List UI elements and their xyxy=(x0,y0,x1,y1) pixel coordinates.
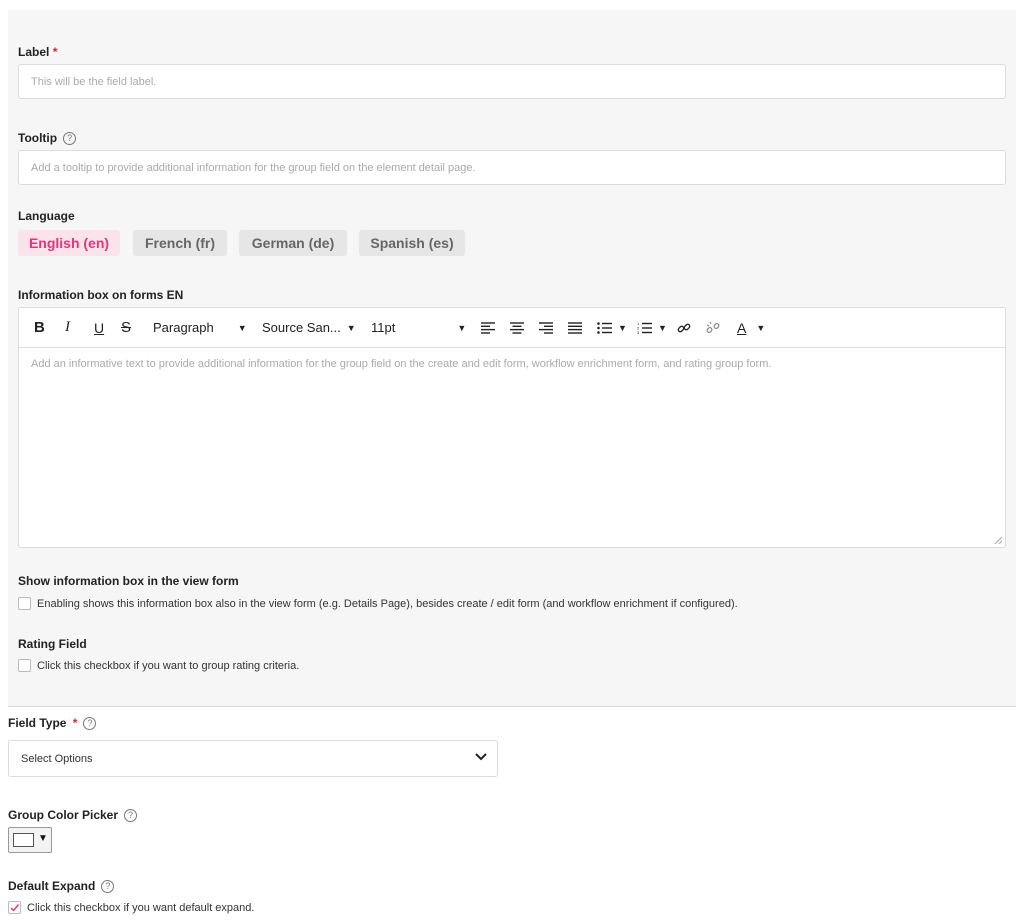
show-info-label: Show information box in the view form xyxy=(18,574,239,588)
default-expand-checkbox-text: Click this checkbox if you want default … xyxy=(27,901,255,914)
language-tab-de[interactable]: German (de) xyxy=(239,230,347,256)
rating-field-row: Click this checkbox if you want to group… xyxy=(18,657,299,675)
caret-down-icon: ▼ xyxy=(457,322,467,333)
editor-content[interactable]: Add an informative text to provide addit… xyxy=(19,348,1005,547)
tooltip-label-text: Tooltip xyxy=(18,131,58,145)
required-mark: * xyxy=(72,716,78,730)
label-field-label: Label * xyxy=(18,45,57,59)
group-color-label: Group Color Picker? xyxy=(8,808,138,823)
rating-field-checkbox-text: Click this checkbox if you want to group… xyxy=(37,659,300,672)
caret-down-icon: ▼ xyxy=(237,322,247,333)
help-icon[interactable]: ? xyxy=(124,809,138,823)
show-info-checkbox[interactable] xyxy=(18,597,31,611)
editor-toolbar: B I U S Paragraph ▼ Source San... ▼ 11pt… xyxy=(19,308,1005,348)
font-family-dropdown[interactable]: Source San... ▼ xyxy=(262,308,356,347)
font-size-dropdown[interactable]: 11pt ▼ xyxy=(371,308,466,347)
numbered-list-icon[interactable]: 123 ▼ xyxy=(637,308,667,347)
caret-down-icon: ▼ xyxy=(658,322,667,333)
rating-field-label: Rating Field xyxy=(18,637,87,651)
language-label: Language xyxy=(18,209,75,223)
caret-down-icon: ▼ xyxy=(618,322,627,333)
font-size-value: 11pt xyxy=(371,320,396,335)
text-color-icon: A xyxy=(737,319,747,336)
language-tab-es[interactable]: Spanish (es) xyxy=(359,230,465,256)
help-icon[interactable]: ? xyxy=(83,717,97,731)
required-mark: * xyxy=(52,45,58,59)
strikethrough-button[interactable]: S xyxy=(121,308,131,347)
block-format-value: Paragraph xyxy=(153,320,214,335)
align-right-icon[interactable] xyxy=(539,308,553,347)
bold-button[interactable]: B xyxy=(34,308,45,347)
text-color-dropdown[interactable]: A ▼ xyxy=(737,308,765,347)
help-icon[interactable]: ? xyxy=(63,132,77,146)
language-tab-fr[interactable]: French (fr) xyxy=(133,230,227,256)
font-family-value: Source San... xyxy=(262,320,341,335)
help-icon[interactable]: ? xyxy=(101,880,115,894)
caret-down-icon: ▼ xyxy=(756,322,766,333)
field-type-label: Field Type *? xyxy=(8,716,97,731)
rating-field-checkbox[interactable] xyxy=(18,659,31,673)
tooltip-field-label: Tooltip? xyxy=(18,131,77,146)
chevron-down-icon xyxy=(475,753,487,761)
tooltip-input[interactable] xyxy=(18,150,1006,185)
field-type-select[interactable]: Select Options xyxy=(8,740,498,777)
default-expand-row: Click this checkbox if you want default … xyxy=(8,899,254,917)
show-info-row: Enabling shows this information box also… xyxy=(18,595,738,613)
field-type-label-text: Field Type xyxy=(8,716,67,730)
show-info-checkbox-text: Enabling shows this information box also… xyxy=(37,597,738,610)
language-tab-en[interactable]: English (en) xyxy=(18,230,120,256)
info-box-label: Information box on forms EN xyxy=(18,288,184,302)
caret-down-icon: ▼ xyxy=(38,833,48,844)
default-expand-label-text: Default Expand xyxy=(8,879,96,893)
label-input[interactable] xyxy=(18,64,1006,99)
caret-down-icon: ▼ xyxy=(346,322,356,333)
rich-text-editor: B I U S Paragraph ▼ Source San... ▼ 11pt… xyxy=(18,307,1006,548)
label-field-label-text: Label xyxy=(18,45,50,59)
block-format-dropdown[interactable]: Paragraph ▼ xyxy=(153,308,247,347)
default-expand-checkbox[interactable] xyxy=(8,901,21,915)
default-expand-label: Default Expand? xyxy=(8,879,115,894)
align-justify-icon[interactable] xyxy=(568,308,582,347)
color-swatch xyxy=(13,833,34,847)
group-color-label-text: Group Color Picker xyxy=(8,808,119,822)
italic-button[interactable]: I xyxy=(65,308,70,347)
color-picker-button[interactable]: ▼ xyxy=(8,827,52,853)
svg-text:3: 3 xyxy=(637,330,640,334)
underline-button[interactable]: U xyxy=(94,308,104,347)
field-type-value: Select Options xyxy=(21,752,93,765)
bullet-list-icon[interactable]: ▼ xyxy=(597,308,627,347)
unlink-icon[interactable] xyxy=(706,308,720,347)
resize-grip-icon[interactable] xyxy=(994,536,1002,544)
align-left-icon[interactable] xyxy=(481,308,495,347)
align-center-icon[interactable] xyxy=(510,308,524,347)
link-icon[interactable] xyxy=(677,308,691,347)
checkmark-icon xyxy=(10,904,20,912)
